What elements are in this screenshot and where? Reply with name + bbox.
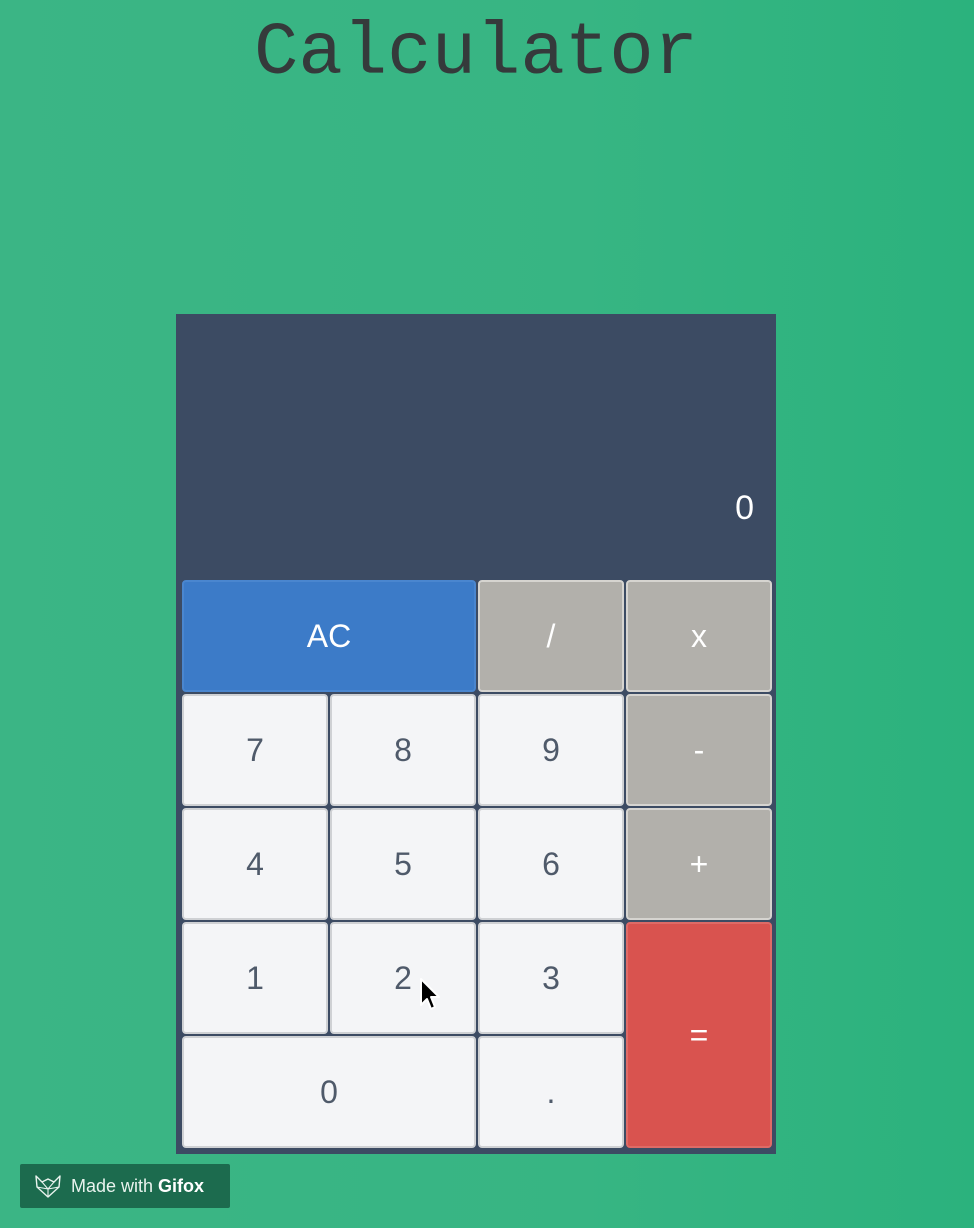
digit-3-button[interactable]: 3 [478,922,624,1034]
arrow-cursor-icon [420,978,440,1010]
fox-icon [35,1175,61,1198]
display-value: 0 [735,489,754,527]
digit-1-button[interactable]: 1 [182,922,328,1034]
keypad: AC / x 7 8 9 - 4 5 6 + 1 2 3 = 0 . [182,580,772,1148]
add-button[interactable]: + [626,808,772,920]
digit-5-button[interactable]: 5 [330,808,476,920]
badge-brand: Gifox [158,1175,205,1196]
equals-button[interactable]: = [626,922,772,1148]
badge-prefix: Made with [71,1175,154,1196]
digit-6-button[interactable]: 6 [478,808,624,920]
calculator-display: 0 [176,314,776,580]
gifox-badge[interactable]: Made with Gifox [20,1164,230,1208]
subtract-button[interactable]: - [626,694,772,806]
digit-7-button[interactable]: 7 [182,694,328,806]
decimal-button[interactable]: . [478,1036,624,1148]
digit-8-button[interactable]: 8 [330,694,476,806]
digit-9-button[interactable]: 9 [478,694,624,806]
digit-4-button[interactable]: 4 [182,808,328,920]
divide-button[interactable]: / [478,580,624,692]
calculator: 0 AC / x 7 8 9 - 4 5 6 + 1 2 3 = 0 . [176,314,776,1154]
digit-0-button[interactable]: 0 [182,1036,476,1148]
page-title: Calculator [253,12,699,96]
multiply-button[interactable]: x [626,580,772,692]
clear-button[interactable]: AC [182,580,476,692]
digit-2-button[interactable]: 2 [330,922,476,1034]
